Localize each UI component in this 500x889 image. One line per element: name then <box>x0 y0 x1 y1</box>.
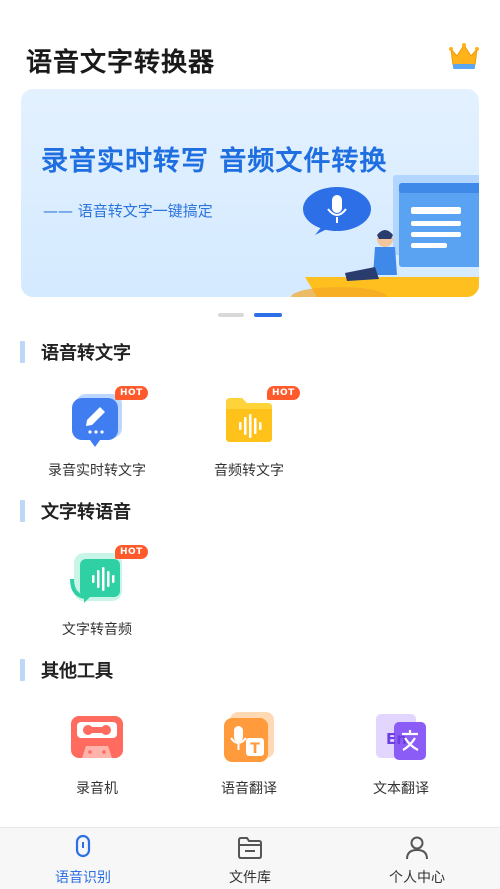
section-title: 文字转语音 <box>41 502 131 523</box>
tool-realtime-transcribe[interactable]: HOT 录音实时转文字 <box>27 386 167 482</box>
tab-label: 个人中心 <box>389 870 445 886</box>
top-bar: 语音文字转换器 <box>0 0 500 85</box>
pager-dot[interactable] <box>218 313 244 317</box>
tab-personal-center[interactable]: 个人中心 <box>334 828 500 889</box>
crown-icon[interactable] <box>448 40 480 72</box>
tab-file-library[interactable]: 文件库 <box>167 828 333 889</box>
tool-label: 录音机 <box>76 781 118 797</box>
section-title: 其他工具 <box>41 661 113 682</box>
cassette-icon <box>71 716 123 758</box>
section-title: 语音转文字 <box>41 343 131 364</box>
section-text-to-speech: 文字转语音 <box>20 499 131 523</box>
tab-speech-recognition[interactable]: 语音识别 <box>0 828 166 889</box>
section-other-tools: 其他工具 <box>20 658 113 682</box>
section-speech-to-text: 语音转文字 <box>20 340 131 364</box>
microphone-icon <box>75 834 91 858</box>
banner-subtitle: —— 语音转文字一键搞定 <box>43 202 213 220</box>
banner-illustration <box>291 175 479 297</box>
tool-label: 录音实时转文字 <box>48 463 146 479</box>
tool-text-translate[interactable]: En 文本翻译 <box>331 710 471 800</box>
tool-text-to-audio[interactable]: HOT 文字转音频 <box>27 545 167 641</box>
section-accent-bar <box>20 659 25 681</box>
audio-folder-icon <box>226 398 272 442</box>
app-screen: 语音文字转换器 录音实时转写 音频文件转换 —— 语音转文字一键搞定 语音转文字… <box>0 0 500 889</box>
pager-dot-active[interactable] <box>254 313 282 317</box>
text-translate-icon: En <box>376 714 426 760</box>
hot-badge: HOT <box>115 545 148 559</box>
edit-chat-icon <box>72 394 122 447</box>
tab-label: 文件库 <box>229 870 271 886</box>
tool-audio-to-text[interactable]: HOT 音频转文字 <box>179 386 319 482</box>
section-accent-bar <box>20 500 25 522</box>
tab-label: 语音识别 <box>55 870 111 886</box>
voice-translate-icon: T <box>224 712 274 762</box>
hot-badge: HOT <box>115 386 148 400</box>
tool-voice-translate[interactable]: T 语音翻译 <box>179 710 319 800</box>
svg-text:En: En <box>386 730 407 748</box>
text-to-audio-icon <box>70 553 122 603</box>
section-accent-bar <box>20 341 25 363</box>
tool-recorder[interactable]: 录音机 <box>27 710 167 800</box>
user-icon <box>406 836 428 860</box>
tool-label: 音频转文字 <box>214 463 284 479</box>
tool-label: 文字转音频 <box>62 622 132 638</box>
hot-badge: HOT <box>267 386 300 400</box>
svg-text:T: T <box>250 741 260 757</box>
bottom-tab-bar: 语音识别 文件库 个人中心 <box>0 827 500 889</box>
folder-icon <box>238 837 262 859</box>
tool-label: 文本翻译 <box>373 781 429 797</box>
app-title: 语音文字转换器 <box>26 48 216 78</box>
tool-label: 语音翻译 <box>221 781 277 797</box>
promo-banner[interactable]: 录音实时转写 音频文件转换 —— 语音转文字一键搞定 <box>21 89 479 297</box>
